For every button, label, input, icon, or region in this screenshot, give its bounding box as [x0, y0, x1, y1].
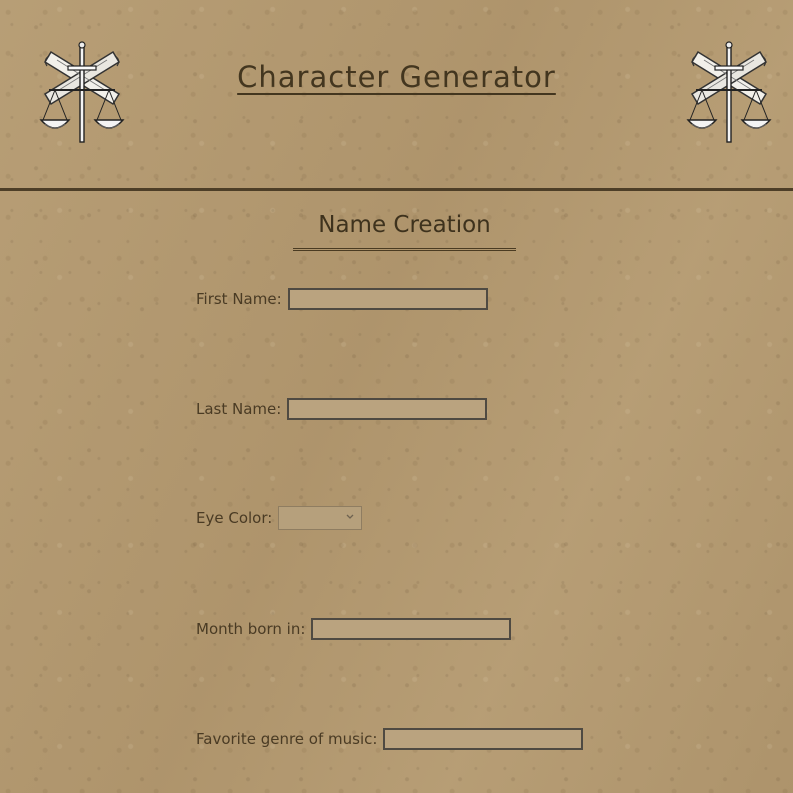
eye-color-row: Eye Color:	[196, 504, 363, 532]
favorite-genre-row: Favorite genre of music:	[196, 725, 584, 753]
month-born-label: Month born in:	[196, 620, 306, 638]
first-name-label: First Name:	[196, 290, 282, 308]
first-name-row: First Name:	[196, 285, 488, 313]
page-title: Character Generator	[237, 60, 556, 94]
chevron-down-icon	[346, 514, 354, 519]
eye-color-label: Eye Color:	[196, 509, 273, 527]
scales-sword-scroll-icon	[682, 40, 776, 148]
page-header: Character Generator	[0, 0, 793, 191]
last-name-row: Last Name:	[196, 395, 488, 423]
month-born-row: Month born in:	[196, 615, 512, 643]
month-born-input[interactable]	[311, 618, 512, 640]
last-name-label: Last Name:	[196, 400, 282, 418]
favorite-genre-input[interactable]	[383, 728, 584, 750]
scales-sword-scroll-icon	[35, 40, 129, 148]
section-title: Name Creation	[293, 212, 516, 251]
eye-color-select[interactable]	[278, 506, 363, 530]
first-name-input[interactable]	[287, 288, 488, 310]
favorite-genre-label: Favorite genre of music:	[196, 730, 378, 748]
last-name-input[interactable]	[287, 398, 488, 420]
